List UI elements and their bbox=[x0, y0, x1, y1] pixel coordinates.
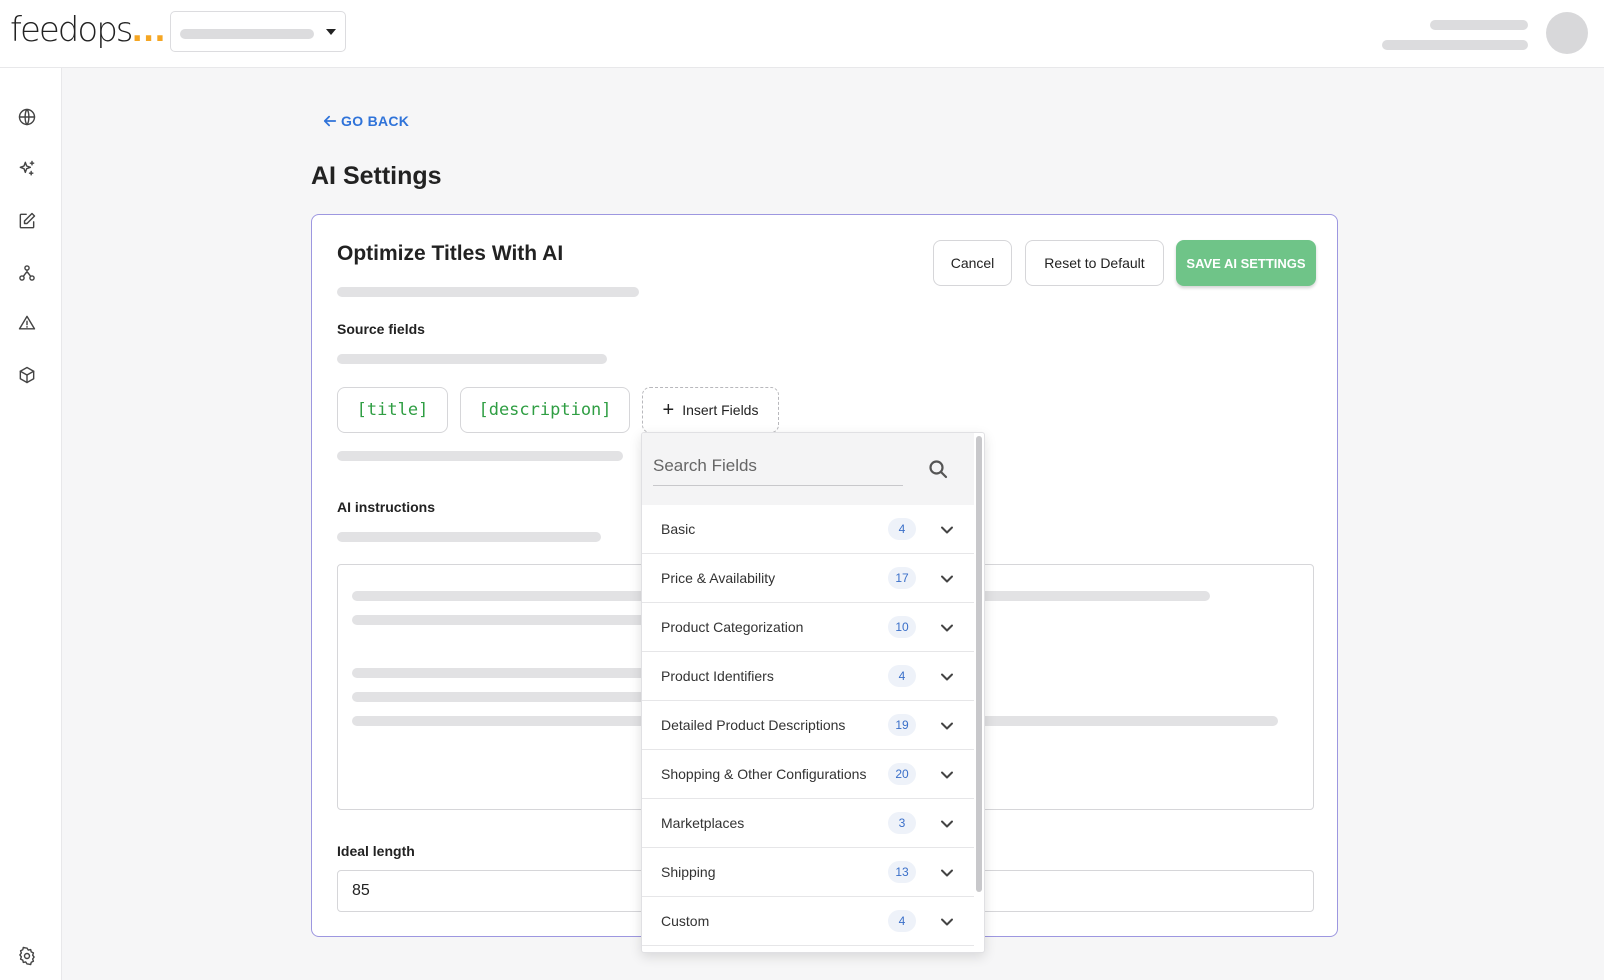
globe-icon[interactable] bbox=[15, 105, 39, 129]
logo[interactable]: feedops... bbox=[10, 10, 166, 50]
card-title: Optimize Titles With AI bbox=[337, 242, 564, 265]
go-back-label: GO BACK bbox=[341, 113, 410, 129]
category-count-badge: 3 bbox=[888, 812, 916, 834]
cancel-button[interactable]: Cancel bbox=[933, 240, 1012, 286]
category-name: Product Categorization bbox=[661, 619, 804, 635]
category-shipping[interactable]: Shipping 13 bbox=[642, 848, 974, 897]
category-name: Detailed Product Descriptions bbox=[661, 717, 846, 733]
category-name: Shopping & Other Configurations bbox=[661, 766, 867, 782]
instruction-line-placeholder bbox=[352, 692, 652, 702]
category-count-badge: 4 bbox=[888, 518, 916, 540]
instruction-line-placeholder bbox=[352, 668, 652, 678]
category-name: Custom bbox=[661, 913, 710, 929]
chevron-down-icon[interactable] bbox=[940, 817, 954, 831]
category-product-identifiers[interactable]: Product Identifiers 4 bbox=[642, 652, 974, 701]
source-fields-note-placeholder bbox=[337, 451, 623, 461]
sparkle-icon[interactable] bbox=[15, 157, 39, 181]
chevron-down-icon[interactable] bbox=[940, 572, 954, 586]
insert-fields-button[interactable]: + Insert Fields bbox=[642, 387, 779, 433]
search-fields-input[interactable] bbox=[653, 446, 903, 486]
box-icon[interactable] bbox=[15, 363, 39, 387]
category-name: Basic bbox=[661, 521, 696, 537]
category-count-badge: 10 bbox=[888, 616, 916, 638]
category-detailed-product-descriptions[interactable]: Detailed Product Descriptions 19 bbox=[642, 701, 974, 750]
category-name: Product Identifiers bbox=[661, 668, 774, 684]
chevron-down-icon[interactable] bbox=[940, 719, 954, 733]
field-chip-title[interactable]: [title] bbox=[337, 387, 448, 433]
account-selector[interactable] bbox=[170, 11, 346, 52]
category-count-badge: 4 bbox=[888, 665, 916, 687]
avatar[interactable] bbox=[1546, 12, 1588, 54]
field-chip-description[interactable]: [description] bbox=[460, 387, 630, 433]
edit-icon[interactable] bbox=[15, 209, 39, 233]
gear-icon[interactable] bbox=[15, 944, 39, 968]
top-bar: feedops... bbox=[0, 0, 1604, 68]
user-email-placeholder bbox=[1382, 40, 1528, 50]
reset-to-default-button[interactable]: Reset to Default bbox=[1025, 240, 1164, 286]
go-back-link[interactable]: GO BACK bbox=[323, 113, 409, 129]
category-count-badge: 4 bbox=[888, 910, 916, 932]
category-marketplaces[interactable]: Marketplaces 3 bbox=[642, 799, 974, 848]
category-custom[interactable]: Custom 4 bbox=[642, 897, 974, 946]
sitemap-icon[interactable] bbox=[15, 261, 39, 285]
chevron-down-icon[interactable] bbox=[940, 621, 954, 635]
caret-down-icon bbox=[326, 29, 336, 35]
sidebar bbox=[0, 68, 62, 980]
insert-fields-label: Insert Fields bbox=[682, 402, 759, 418]
chevron-down-icon[interactable] bbox=[940, 915, 954, 929]
field-search-bar bbox=[642, 433, 974, 505]
category-count-badge: 17 bbox=[888, 567, 916, 589]
chevron-down-icon[interactable] bbox=[940, 523, 954, 537]
chevron-down-icon[interactable] bbox=[940, 670, 954, 684]
insert-fields-dropdown: Basic 4 Price & Availability 17 Product … bbox=[641, 432, 985, 953]
chevron-down-icon[interactable] bbox=[940, 768, 954, 782]
plus-icon: + bbox=[662, 399, 675, 421]
category-name: Marketplaces bbox=[661, 815, 745, 831]
ideal-length-label: Ideal length bbox=[337, 843, 415, 859]
user-name-placeholder bbox=[1430, 20, 1528, 30]
category-product-categorization[interactable]: Product Categorization 10 bbox=[642, 603, 974, 652]
instruction-line-placeholder bbox=[352, 615, 652, 625]
category-count-badge: 13 bbox=[888, 861, 916, 883]
category-basic[interactable]: Basic 4 bbox=[642, 505, 974, 554]
page-title: AI Settings bbox=[311, 162, 442, 190]
category-count-badge: 19 bbox=[888, 714, 916, 736]
save-ai-settings-button[interactable]: SAVE AI SETTINGS bbox=[1176, 240, 1316, 286]
category-shopping-other-configurations[interactable]: Shopping & Other Configurations 20 bbox=[642, 750, 974, 799]
arrow-left-icon bbox=[323, 115, 337, 127]
logo-text: feedops bbox=[10, 10, 133, 50]
description-placeholder bbox=[337, 287, 639, 297]
category-name: Shipping bbox=[661, 864, 716, 880]
logo-dots: ... bbox=[131, 14, 166, 49]
account-name-placeholder bbox=[180, 29, 314, 39]
dropdown-scrollbar[interactable] bbox=[976, 436, 982, 892]
field-category-list: Basic 4 Price & Availability 17 Product … bbox=[642, 505, 974, 946]
warning-icon[interactable] bbox=[15, 311, 39, 335]
category-count-badge: 20 bbox=[888, 763, 916, 785]
search-icon[interactable] bbox=[928, 459, 948, 479]
source-fields-help-placeholder bbox=[337, 354, 607, 364]
ai-instructions-help-placeholder bbox=[337, 532, 601, 542]
ai-instructions-label: AI instructions bbox=[337, 499, 436, 515]
category-price-availability[interactable]: Price & Availability 17 bbox=[642, 554, 974, 603]
category-name: Price & Availability bbox=[661, 570, 776, 586]
chevron-down-icon[interactable] bbox=[940, 866, 954, 880]
source-fields-label: Source fields bbox=[337, 321, 425, 337]
